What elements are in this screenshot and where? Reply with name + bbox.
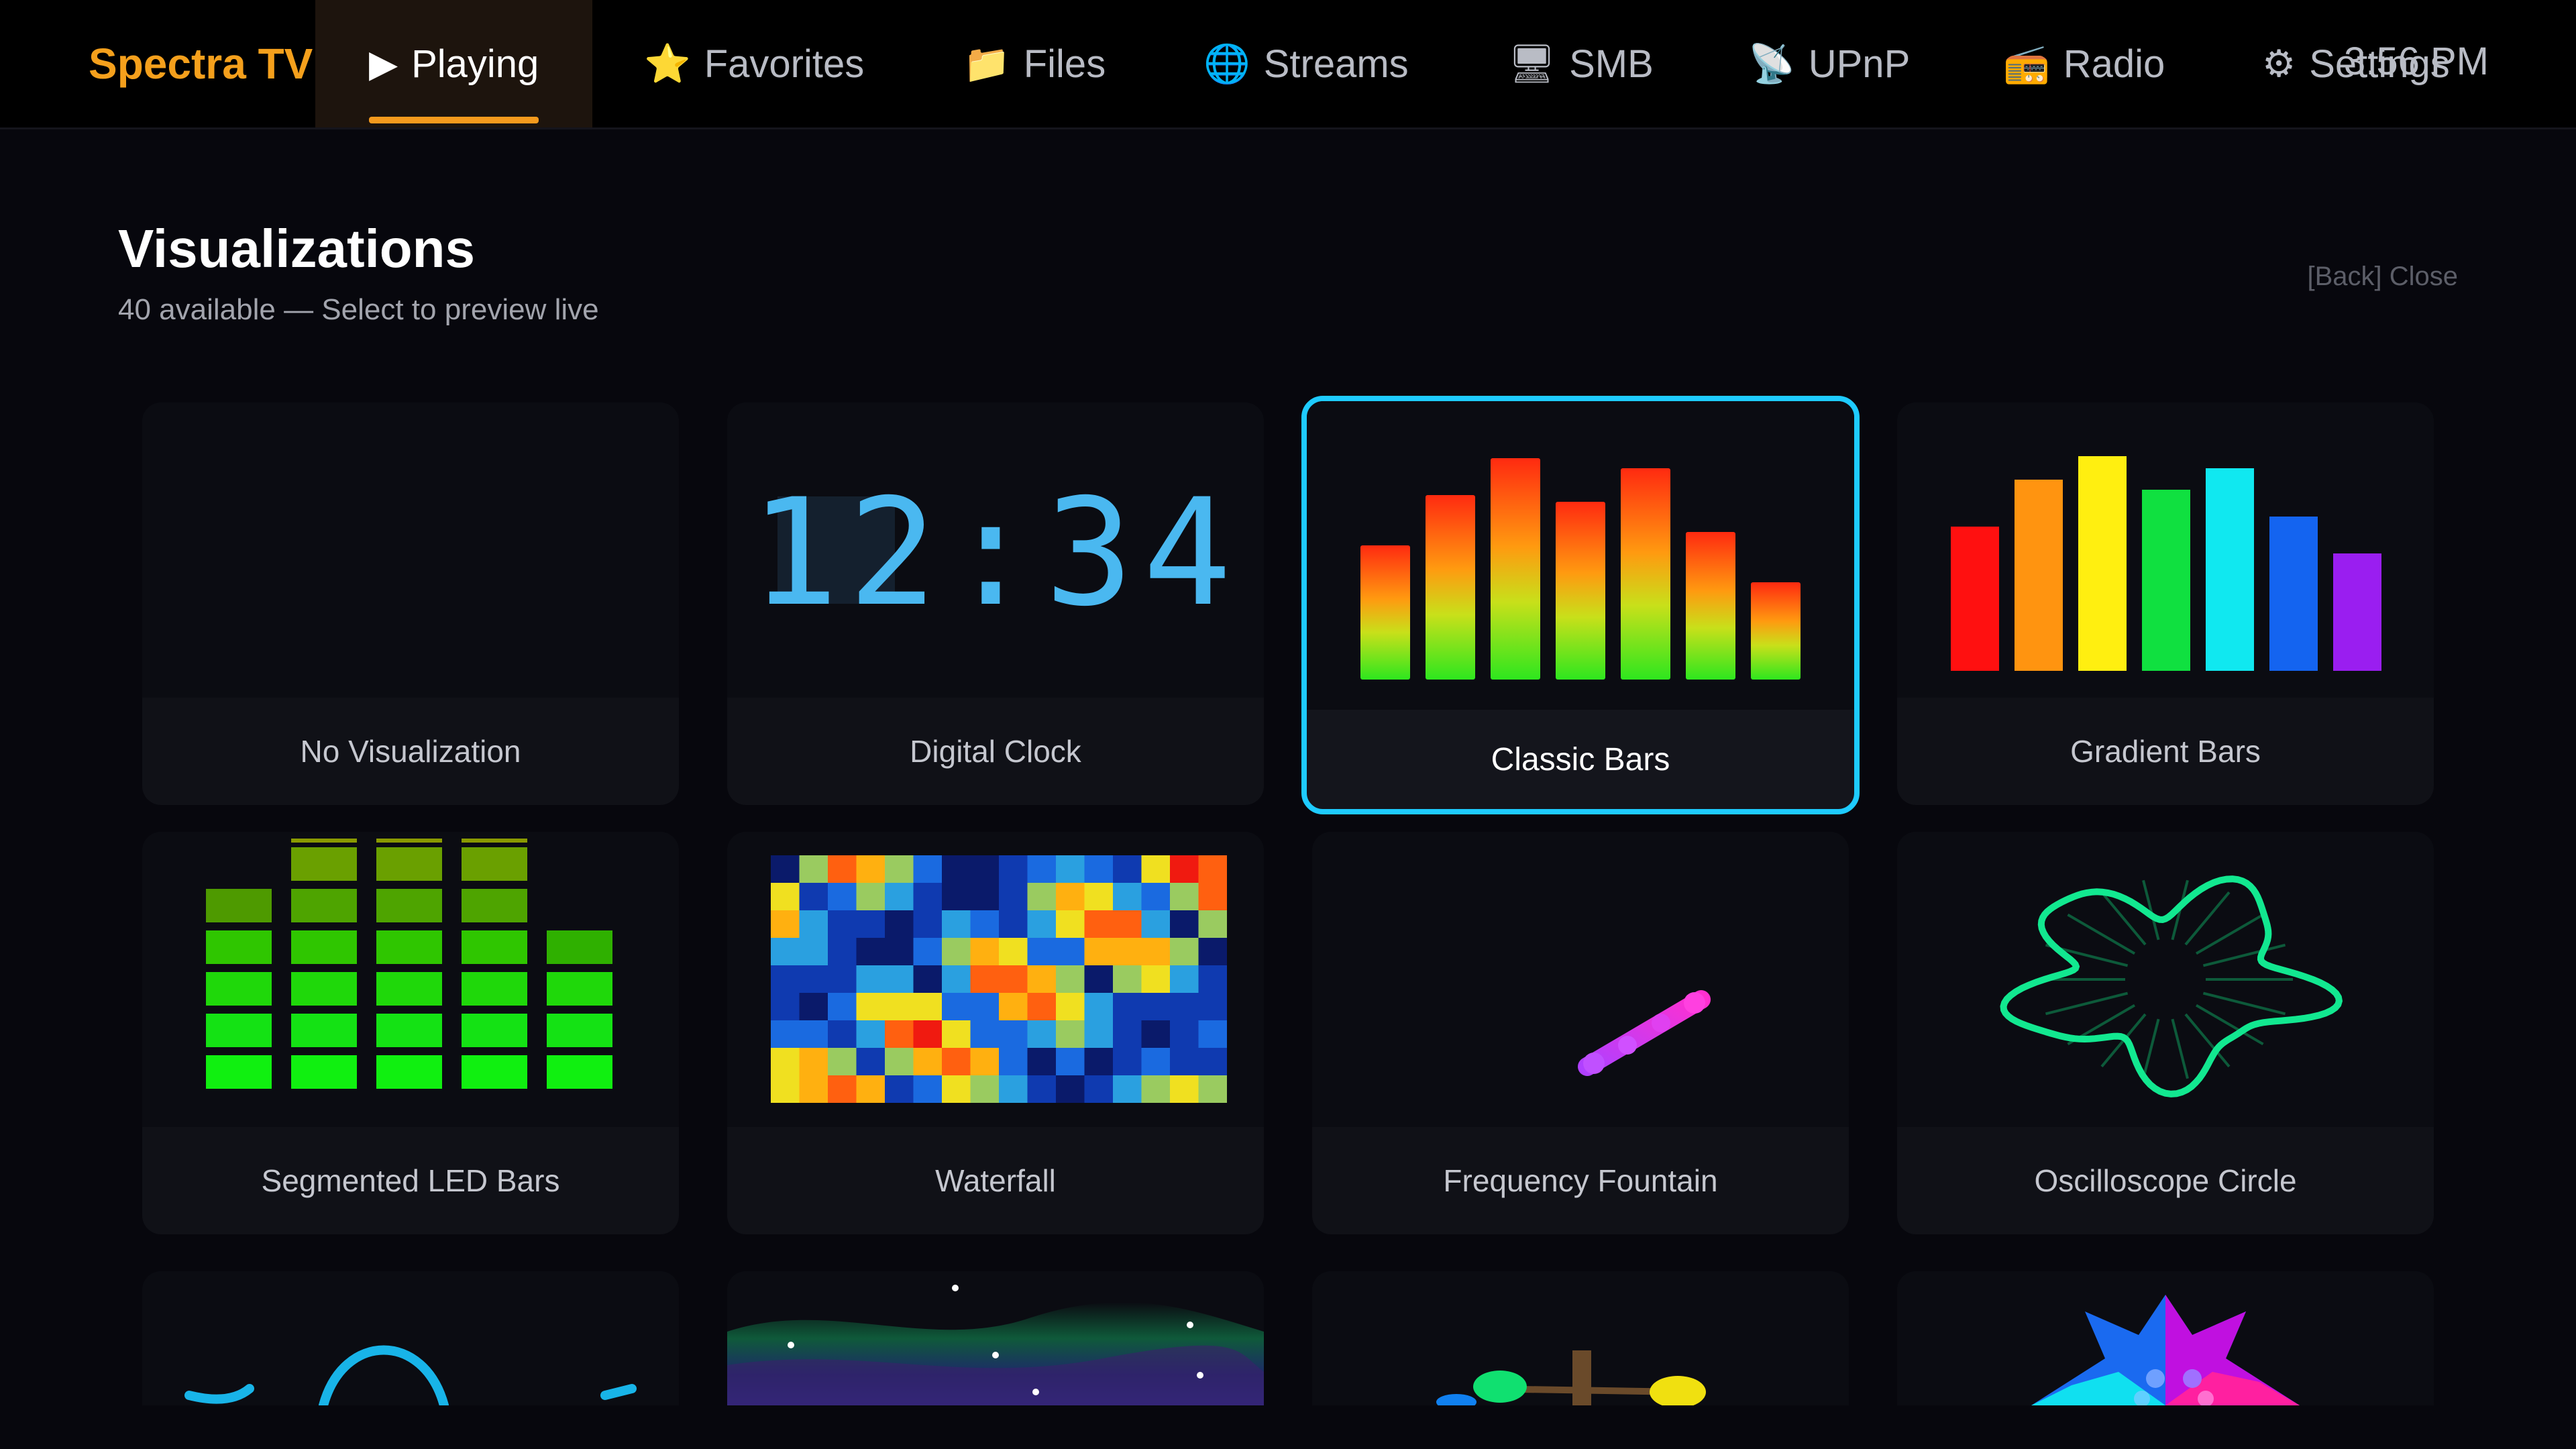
- card-label: Segmented LED Bars: [261, 1163, 560, 1198]
- visualization-card-classic-bars[interactable]: Classic Bars: [1301, 396, 1860, 814]
- wave-arc-preview-icon: [142, 1271, 679, 1405]
- card-label: Frequency Fountain: [1443, 1163, 1718, 1198]
- visualization-card-frequency-fountain[interactable]: Frequency Fountain: [1312, 832, 1849, 1234]
- card-label: Digital Clock: [910, 734, 1081, 769]
- empty-preview: [142, 402, 679, 698]
- visualization-card-segmented-led-bars[interactable]: Segmented LED Bars: [142, 832, 679, 1234]
- visualization-card-gradient-bars[interactable]: Gradient Bars: [1897, 402, 2434, 805]
- classic-bars-preview-icon: [1307, 401, 1854, 710]
- visualization-card-wave-arc[interactable]: [142, 1271, 679, 1405]
- aurora-preview-icon: [727, 1271, 1264, 1405]
- visualization-card-no-visualization[interactable]: No Visualization: [142, 402, 679, 805]
- visualization-card-digital-clock[interactable]: 12:34 Digital Clock: [727, 402, 1264, 805]
- visualization-card-particle-tree[interactable]: [1312, 1271, 1849, 1405]
- digital-clock-preview-icon: 12:34: [727, 402, 1264, 698]
- visualization-grid: No Visualization 12:34 Digital Clock Cla…: [0, 0, 2576, 1449]
- particle-tree-preview-icon: [1312, 1271, 1849, 1405]
- kaleidoscope-star-preview-icon: [1897, 1271, 2434, 1405]
- card-label: No Visualization: [300, 734, 521, 769]
- gradient-bars-preview-icon: [1897, 402, 2434, 698]
- clock-digits: 12:34: [750, 467, 1241, 639]
- visualization-card-aurora[interactable]: [727, 1271, 1264, 1405]
- card-label: Classic Bars: [1491, 741, 1670, 777]
- visualization-card-oscilloscope-circle[interactable]: Oscilloscope Circle: [1897, 832, 2434, 1234]
- oscilloscope-circle-preview-icon: [1897, 832, 2434, 1127]
- segmented-led-bars-preview-icon: [142, 832, 679, 1127]
- frequency-fountain-preview-icon: [1312, 832, 1849, 1127]
- card-label: Gradient Bars: [2070, 734, 2261, 769]
- card-label: Oscilloscope Circle: [2034, 1163, 2297, 1198]
- waterfall-preview-icon: [727, 832, 1264, 1127]
- visualization-card-kaleidoscope-star[interactable]: [1897, 1271, 2434, 1405]
- visualization-card-waterfall[interactable]: Waterfall: [727, 832, 1264, 1234]
- card-label: Waterfall: [935, 1163, 1056, 1198]
